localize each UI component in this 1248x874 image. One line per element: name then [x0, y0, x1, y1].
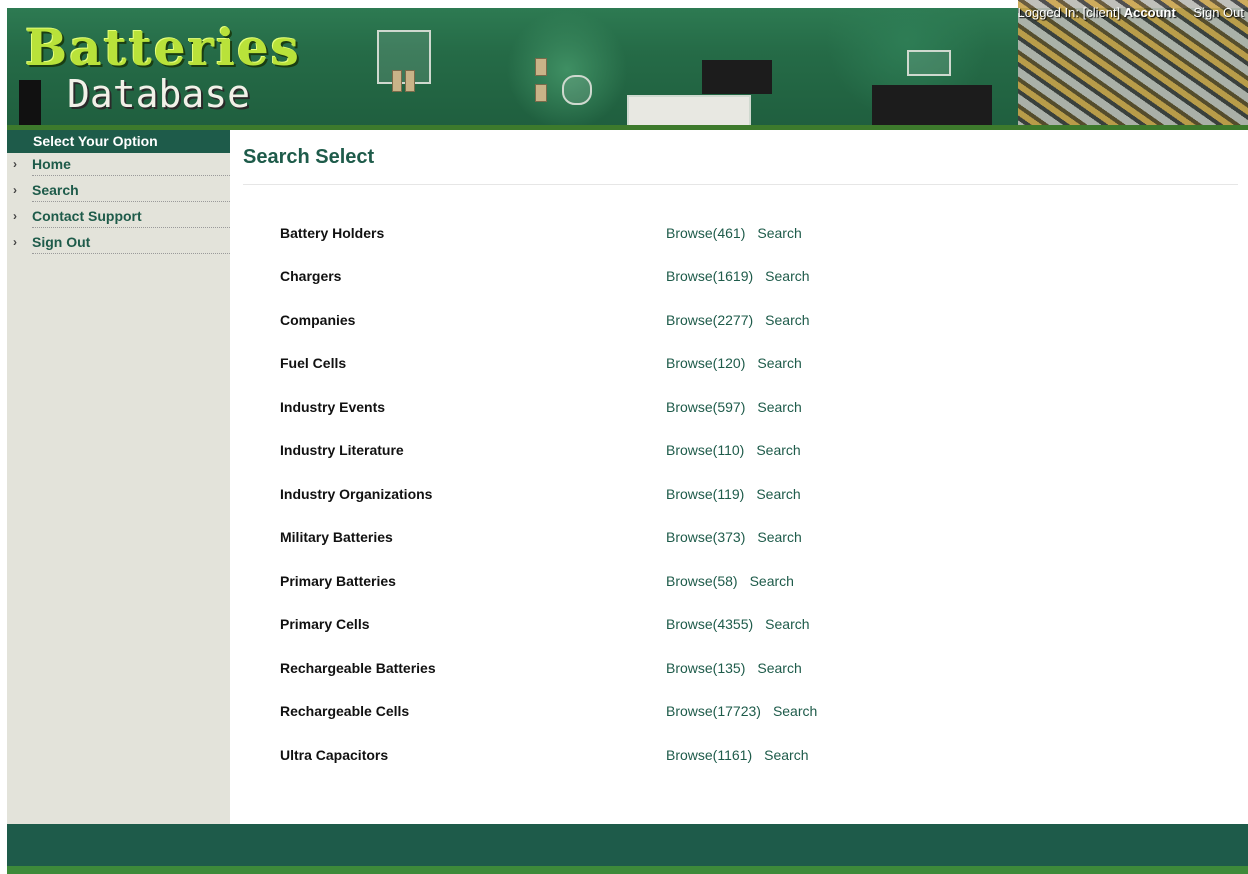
search-link[interactable]: Search	[757, 355, 801, 371]
category-name: Companies	[280, 312, 356, 328]
category-name: Primary Cells	[280, 616, 370, 632]
sidebar-item-label: Sign Out	[32, 234, 91, 250]
search-link[interactable]: Search	[765, 268, 809, 284]
category-name: Military Batteries	[280, 529, 393, 545]
category-name: Industry Organizations	[280, 486, 433, 502]
search-link[interactable]: Search	[757, 399, 801, 415]
category-name: Ultra Capacitors	[280, 747, 389, 763]
search-link[interactable]: Search	[757, 660, 801, 676]
browse-link[interactable]: Browse(119)	[666, 486, 744, 502]
browse-link[interactable]: Browse(4355)	[666, 616, 753, 632]
category-name: Chargers	[280, 268, 342, 284]
divider	[32, 175, 230, 176]
search-link[interactable]: Search	[765, 312, 809, 328]
sidebar-item-label: Contact Support	[32, 208, 142, 224]
header-signout-link[interactable]: Sign Out	[1193, 5, 1244, 20]
sidebar-item-label: Home	[32, 156, 71, 172]
browse-link[interactable]: Browse(1619)	[666, 268, 753, 284]
search-link[interactable]: Search	[765, 616, 809, 632]
category-name: Battery Holders	[280, 225, 385, 241]
divider	[32, 201, 230, 202]
chevron-right-icon: ›	[13, 183, 17, 197]
category-name: Industry Events	[280, 399, 386, 415]
browse-link[interactable]: Browse(373)	[666, 529, 745, 545]
search-link[interactable]: Search	[756, 442, 800, 458]
chevron-right-icon: ›	[13, 157, 17, 171]
browse-link[interactable]: Browse(17723)	[666, 703, 761, 719]
sidebar-item-sign-out[interactable]: › Sign Out	[7, 231, 230, 257]
circuit-board-graphic	[377, 30, 431, 84]
circuit-chip	[702, 60, 772, 94]
category-name: Industry Literature	[280, 442, 404, 458]
search-link[interactable]: Search	[757, 225, 801, 241]
sidebar: Select Your Option › Home › Search › Con…	[7, 130, 230, 824]
category-name: Rechargeable Batteries	[280, 660, 436, 676]
login-prefix: Logged In:	[1017, 5, 1083, 20]
category-name: Primary Batteries	[280, 573, 396, 589]
user-link[interactable]: [client]	[1083, 5, 1121, 20]
circuit-component	[907, 50, 951, 76]
circuit-component	[392, 70, 402, 92]
category-name: Fuel Cells	[280, 355, 347, 371]
sidebar-item-home[interactable]: › Home	[7, 153, 230, 179]
search-link[interactable]: Search	[756, 486, 800, 502]
browse-link[interactable]: Browse(120)	[666, 355, 745, 371]
circuit-component	[535, 84, 547, 102]
browse-link[interactable]: Browse(1161)	[666, 747, 752, 763]
sidebar-item-label: Search	[32, 182, 79, 198]
search-link[interactable]: Search	[773, 703, 817, 719]
title-divider	[243, 184, 1238, 185]
browse-link[interactable]: Browse(58)	[666, 573, 738, 589]
browse-link[interactable]: Browse(135)	[666, 660, 745, 676]
account-link[interactable]: Account	[1124, 5, 1176, 20]
sidebar-item-search[interactable]: › Search	[7, 179, 230, 205]
chevron-right-icon: ›	[13, 209, 17, 223]
circuit-component	[535, 58, 547, 76]
browse-link[interactable]: Browse(2277)	[666, 312, 753, 328]
browse-link[interactable]: Browse(110)	[666, 442, 744, 458]
sidebar-item-contact-support[interactable]: › Contact Support	[7, 205, 230, 231]
logo-batteries: Batteries	[25, 18, 301, 77]
sidebar-title: Select Your Option	[7, 130, 230, 153]
logo-database: Database	[67, 72, 251, 116]
site-header: Batteries Database Logged In: [client] A…	[7, 0, 1248, 130]
logo-bar	[19, 80, 41, 125]
circuit-component	[562, 75, 592, 105]
circuit-component	[627, 95, 751, 129]
search-link[interactable]: Search	[757, 529, 801, 545]
divider	[32, 227, 230, 228]
search-link[interactable]: Search	[750, 573, 794, 589]
chevron-right-icon: ›	[13, 235, 17, 249]
circuit-chip	[872, 85, 992, 125]
divider	[32, 253, 230, 254]
login-status: Logged In: [client] Account Sign Out	[1018, 5, 1244, 20]
site-footer	[7, 824, 1248, 874]
page-title: Search Select	[243, 146, 375, 168]
browse-link[interactable]: Browse(461)	[666, 225, 745, 241]
browse-link[interactable]: Browse(597)	[666, 399, 745, 415]
circuit-component	[405, 70, 415, 92]
search-link[interactable]: Search	[764, 747, 808, 763]
category-name: Rechargeable Cells	[280, 703, 410, 719]
main-content: Search Select Battery Holders Browse(461…	[243, 130, 1238, 763]
